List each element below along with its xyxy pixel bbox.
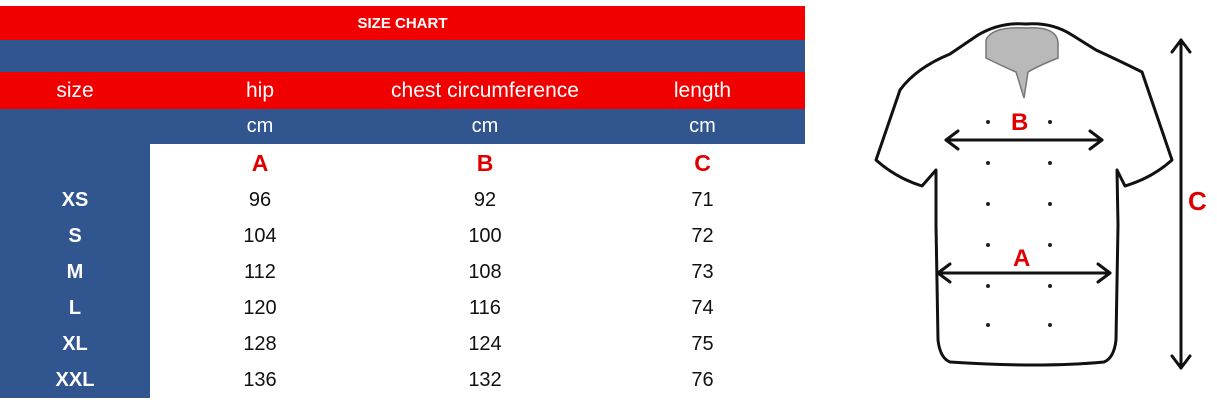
hip-value: 112 [244,260,276,283]
size-label: L [0,290,150,326]
size-label: M [0,254,150,290]
hip-value: 104 [243,224,277,247]
table-row: XS 96 92 71 [0,182,805,218]
chest-value: 132 [468,368,502,391]
letter-hip: A [251,149,269,176]
shirt-measurement-illustration: B A C [874,22,1207,370]
table-row: M 112 108 73 [0,254,805,290]
chest-value: 108 [468,260,502,283]
header-length: length [673,78,732,102]
header-chest: chest circumference [391,78,579,102]
unit-chest: cm [471,115,499,137]
unit-length: cm [689,115,716,137]
length-value: 75 [691,332,714,355]
table-row: XXL 136 132 76 [0,362,805,398]
hip-value: 96 [248,188,272,211]
unit-row: cm cm cm [0,109,805,144]
label-c: C [1188,186,1207,216]
chest-value: 116 [469,296,501,319]
hip-value: 128 [243,332,277,355]
table-row: L 120 116 74 [0,290,805,326]
length-value: 72 [691,224,714,247]
length-value: 74 [691,296,714,319]
unit-hip: cm [246,115,274,137]
size-chart-title: SIZE CHART [0,6,805,40]
size-label: XS [0,182,150,218]
length-value: 71 [691,188,714,211]
measurement-letter-row: A B C [0,144,805,182]
header-size: size [56,78,94,102]
length-value: 76 [691,368,714,391]
length-value: 73 [691,260,714,283]
header-spacer [0,40,805,72]
label-a: A [1013,245,1030,272]
chest-value: 124 [468,332,502,355]
unit-size-blank [0,109,150,144]
column-header-row: size hip chest circumference length [0,72,805,109]
table-row: XL 128 124 75 [0,326,805,362]
chest-value: 92 [473,188,497,211]
chest-value: 100 [468,224,502,247]
size-label: XXL [0,362,150,398]
size-chart-table: SIZE CHART size hip chest circumference … [0,6,805,398]
letter-chest: B [476,149,494,176]
size-label: XL [0,326,150,362]
hip-value: 120 [243,296,277,319]
header-hip: hip [245,78,275,102]
letter-length: C [694,149,711,176]
label-b: B [1011,109,1028,136]
hip-value: 136 [243,368,277,391]
size-label: S [0,218,150,254]
letter-size-blank [0,144,150,182]
table-row: S 104 100 72 [0,218,805,254]
